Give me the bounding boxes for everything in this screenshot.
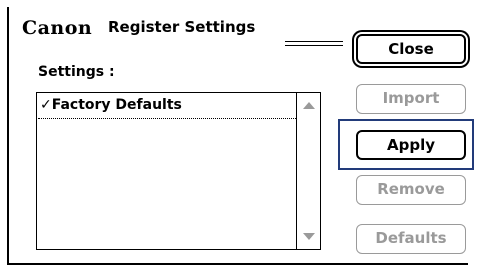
scroll-up-arrow-icon[interactable]: [303, 102, 315, 109]
remove-button[interactable]: Remove: [356, 175, 466, 205]
title-divider: [285, 41, 343, 47]
list-scrollbar[interactable]: [296, 93, 320, 249]
import-button[interactable]: Import: [356, 84, 466, 114]
settings-list[interactable]: ✓Factory Defaults: [36, 92, 321, 250]
title-text: Register Settings: [108, 18, 256, 36]
settings-label: Settings :: [38, 64, 115, 80]
scroll-down-arrow-icon[interactable]: [303, 233, 315, 240]
apply-button[interactable]: Apply: [356, 130, 466, 160]
dialog-title: Canon Register Settings: [22, 17, 340, 41]
list-item-factory-defaults[interactable]: ✓Factory Defaults: [38, 94, 296, 119]
canon-logo: Canon: [22, 17, 93, 39]
defaults-button[interactable]: Defaults: [356, 224, 466, 254]
close-button[interactable]: Close: [356, 34, 466, 64]
